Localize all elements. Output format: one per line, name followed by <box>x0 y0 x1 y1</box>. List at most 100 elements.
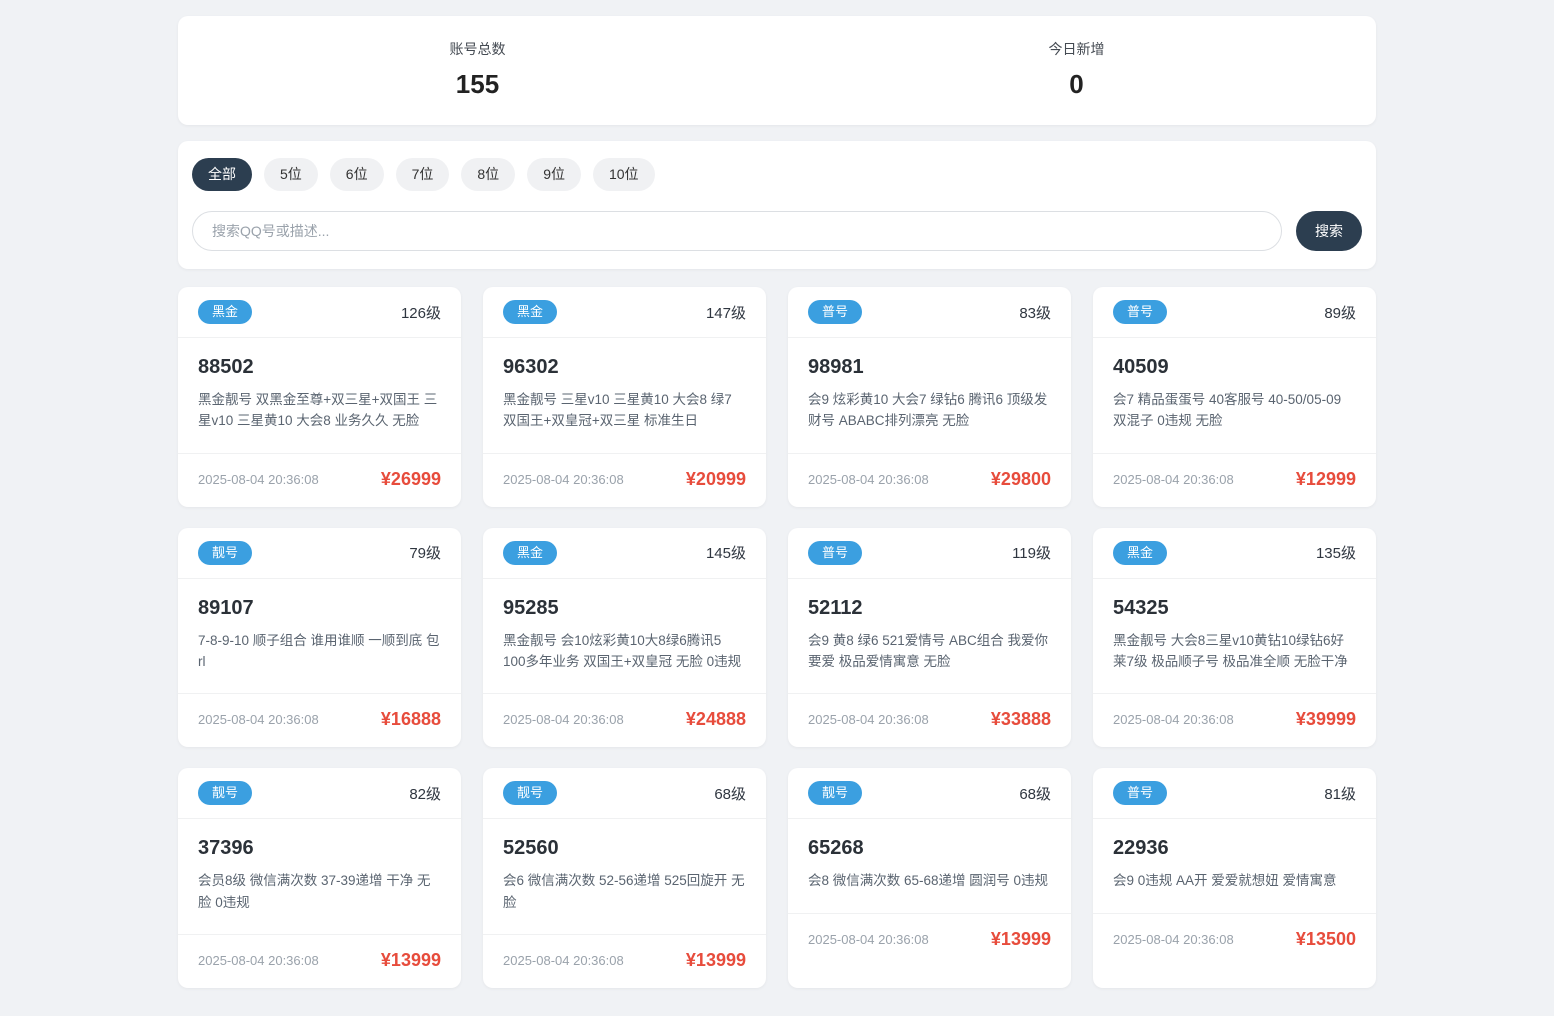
account-card[interactable]: 靓号 82级 37396 会员8级 微信满次数 37-39递增 干净 无脸 0违… <box>178 768 461 988</box>
stat-today-value: 0 <box>1069 69 1084 99</box>
account-level: 79级 <box>409 545 441 563</box>
digit-filter-tab[interactable]: 10位 <box>592 158 655 191</box>
price: ¥24888 <box>685 709 746 730</box>
listing-date: 2025-08-04 20:36:08 <box>808 471 929 487</box>
account-type-badge: 靓号 <box>198 781 253 806</box>
card-body: 88502 黑金靓号 双黑金至尊+双三星+双国王 三星v10 三星黄10 大会8… <box>178 338 461 453</box>
account-type-badge: 黑金 <box>503 300 558 324</box>
account-level: 89级 <box>1324 304 1356 322</box>
account-card[interactable]: 黑金 126级 88502 黑金靓号 双黑金至尊+双三星+双国王 三星v10 三… <box>178 287 461 507</box>
price: ¥33888 <box>990 709 1051 730</box>
account-description: 黑金靓号 双黑金至尊+双三星+双国王 三星v10 三星黄10 大会8 业务久久 … <box>198 392 438 429</box>
card-body: 54325 黑金靓号 大会8三星v10黄钻10绿钻6好莱7级 极品顺子号 极品准… <box>1093 579 1376 694</box>
account-level: 81级 <box>1324 785 1356 803</box>
qq-number: 37396 <box>198 837 254 860</box>
account-description: 会9 炫彩黄10 大会7 绿钻6 腾讯6 顶级发财号 ABABC排列漂亮 无脸 <box>808 392 1048 429</box>
account-card[interactable]: 普号 81级 22936 会9 0违规 AA开 爱爱就想妞 爱情寓意 2025-… <box>1093 768 1376 988</box>
card-body: 65268 会8 微信满次数 65-68递增 圆润号 0违规 <box>788 819 1071 912</box>
page-container: 账号总数 155 今日新增 0 全部 5位 6位 7位 8位 9位 10位 搜索… <box>178 0 1376 988</box>
card-header: 普号 83级 <box>788 287 1071 338</box>
account-card[interactable]: 普号 119级 52112 会9 黄8 绿6 521爱情号 ABC组合 我爱你要… <box>788 527 1071 748</box>
card-footer: 2025-08-04 20:36:08 ¥16888 <box>178 693 461 747</box>
search-input[interactable] <box>192 211 1282 251</box>
qq-number: 98981 <box>808 356 864 378</box>
listing-date: 2025-08-04 20:36:08 <box>1113 931 1234 947</box>
digit-filter-tab[interactable]: 6位 <box>329 158 384 191</box>
card-body: 37396 会员8级 微信满次数 37-39递增 干净 无脸 0违规 <box>178 819 461 934</box>
account-card[interactable]: 靓号 68级 65268 会8 微信满次数 65-68递增 圆润号 0违规 20… <box>788 768 1071 988</box>
qq-number: 89107 <box>198 596 254 619</box>
account-card[interactable]: 普号 83级 98981 会9 炫彩黄10 大会7 绿钻6 腾讯6 顶级发财号 … <box>788 287 1071 507</box>
price: ¥13999 <box>990 928 1051 949</box>
stat-today-label: 今日新增 <box>1048 41 1105 57</box>
search-button[interactable]: 搜索 <box>1296 211 1362 251</box>
card-header: 普号 119级 <box>788 528 1071 579</box>
stat-total-accounts: 账号总数 155 <box>178 39 777 100</box>
card-header: 黑金 147级 <box>483 287 766 338</box>
account-type-badge: 黑金 <box>503 540 558 565</box>
listing-date: 2025-08-04 20:36:08 <box>198 471 319 487</box>
card-footer: 2025-08-04 20:36:08 ¥13500 <box>1093 912 1376 967</box>
account-level: 82级 <box>409 785 441 803</box>
qq-number: 52560 <box>503 837 559 860</box>
account-type-badge: 普号 <box>1113 781 1168 806</box>
account-type-badge: 黑金 <box>1113 540 1168 565</box>
account-description: 会6 微信满次数 52-56递增 525回旋开 无脸 <box>503 873 745 910</box>
price: ¥12999 <box>1295 468 1356 489</box>
account-level: 68级 <box>714 785 746 803</box>
card-footer: 2025-08-04 20:36:08 ¥26999 <box>178 452 461 507</box>
account-level: 126级 <box>400 304 441 322</box>
card-header: 黑金 126级 <box>178 287 461 338</box>
card-header: 靓号 68级 <box>788 768 1071 820</box>
account-card[interactable]: 黑金 135级 54325 黑金靓号 大会8三星v10黄钻10绿钻6好莱7级 极… <box>1093 527 1376 748</box>
account-card[interactable]: 黑金 147级 96302 黑金靓号 三星v10 三星黄10 大会8 绿7 双国… <box>483 287 766 507</box>
digit-filter-tabs: 全部 5位 6位 7位 8位 9位 10位 <box>192 158 1362 191</box>
account-level: 119级 <box>1012 545 1051 563</box>
qq-number: 65268 <box>808 837 864 860</box>
card-header: 靓号 68级 <box>483 768 766 820</box>
card-footer: 2025-08-04 20:36:08 ¥12999 <box>1093 452 1376 507</box>
card-body: 52112 会9 黄8 绿6 521爱情号 ABC组合 我爱你要爱 极品爱情寓意… <box>788 579 1071 694</box>
account-type-badge: 黑金 <box>198 300 253 324</box>
account-card[interactable]: 靓号 79级 89107 7-8-9-10 顺子组合 谁用谁顺 一顺到底 包rl… <box>178 527 461 748</box>
card-body: 95285 黑金靓号 会10炫彩黄10大8绿6腾讯5 100多年业务 双国王+双… <box>483 579 766 694</box>
account-type-badge: 普号 <box>1113 300 1168 324</box>
account-description: 会7 精品蛋蛋号 40客服号 40-50/05-09 双混子 0违规 无脸 <box>1113 392 1342 429</box>
account-level: 145级 <box>705 545 746 563</box>
account-description: 黑金靓号 会10炫彩黄10大8绿6腾讯5 100多年业务 双国王+双皇冠 无脸 … <box>503 632 742 669</box>
listing-date: 2025-08-04 20:36:08 <box>198 712 319 728</box>
qq-number: 52112 <box>808 596 863 619</box>
qq-number: 88502 <box>198 356 254 378</box>
digit-filter-tab[interactable]: 7位 <box>395 158 450 191</box>
account-description: 黑金靓号 三星v10 三星黄10 大会8 绿7 双国王+双皇冠+双三星 标准生日 <box>503 392 732 429</box>
card-footer: 2025-08-04 20:36:08 ¥33888 <box>788 693 1071 747</box>
account-card[interactable]: 靓号 68级 52560 会6 微信满次数 52-56递增 525回旋开 无脸 … <box>483 768 766 988</box>
account-description: 黑金靓号 大会8三星v10黄钻10绿钻6好莱7级 极品顺子号 极品准全顺 无脸干… <box>1113 632 1348 669</box>
card-header: 普号 81级 <box>1093 768 1376 820</box>
card-footer: 2025-08-04 20:36:08 ¥13999 <box>483 933 766 988</box>
digit-filter-tab[interactable]: 9位 <box>527 158 581 191</box>
card-footer: 2025-08-04 20:36:08 ¥13999 <box>178 933 461 988</box>
account-card-grid: 黑金 126级 88502 黑金靓号 双黑金至尊+双三星+双国王 三星v10 三… <box>178 287 1376 988</box>
digit-filter-tab[interactable]: 8位 <box>461 158 516 191</box>
listing-date: 2025-08-04 20:36:08 <box>198 952 319 968</box>
account-level: 83级 <box>1019 304 1051 322</box>
listing-date: 2025-08-04 20:36:08 <box>503 471 624 487</box>
account-level: 135级 <box>1315 545 1356 563</box>
card-header: 靓号 82级 <box>178 768 461 820</box>
stats-panel: 账号总数 155 今日新增 0 <box>178 16 1376 125</box>
qq-number: 95285 <box>503 596 559 619</box>
filter-panel: 全部 5位 6位 7位 8位 9位 10位 搜索 <box>178 141 1376 269</box>
stat-total-value: 155 <box>455 69 500 99</box>
account-card[interactable]: 黑金 145级 95285 黑金靓号 会10炫彩黄10大8绿6腾讯5 100多年… <box>483 527 766 748</box>
account-card[interactable]: 普号 89级 40509 会7 精品蛋蛋号 40客服号 40-50/05-09 … <box>1093 287 1376 507</box>
digit-filter-tab[interactable]: 5位 <box>264 158 318 191</box>
qq-number: 96302 <box>503 356 559 378</box>
price: ¥29800 <box>990 468 1051 489</box>
account-level: 147级 <box>705 304 746 322</box>
card-footer: 2025-08-04 20:36:08 ¥29800 <box>788 452 1071 507</box>
digit-filter-tab[interactable]: 全部 <box>192 158 252 191</box>
card-body: 52560 会6 微信满次数 52-56递增 525回旋开 无脸 <box>483 819 766 934</box>
listing-date: 2025-08-04 20:36:08 <box>503 712 624 728</box>
price: ¥16888 <box>380 709 441 730</box>
